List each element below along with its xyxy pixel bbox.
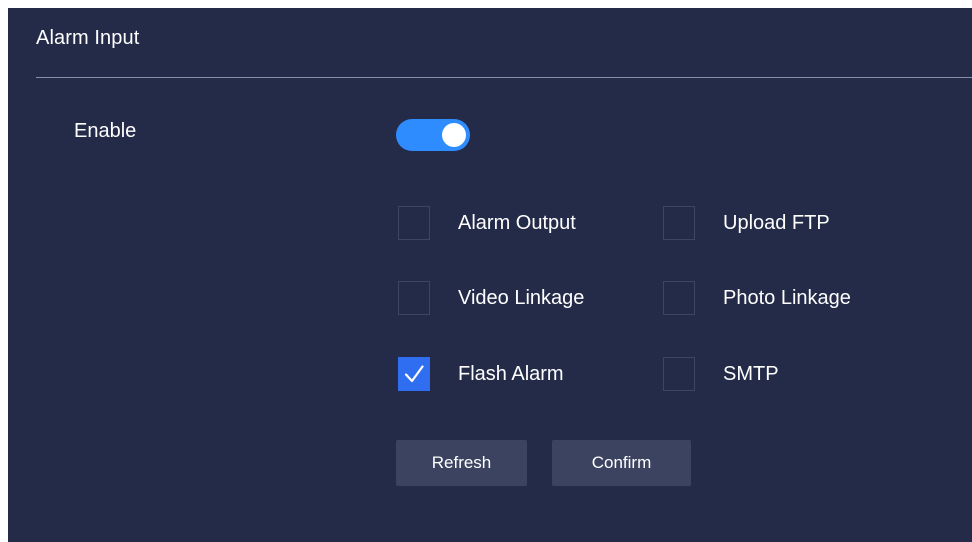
confirm-button[interactable]: Confirm <box>552 440 691 486</box>
option-video-linkage[interactable]: Video Linkage <box>398 279 584 317</box>
option-alarm-output[interactable]: Alarm Output <box>398 204 576 242</box>
video-linkage-label: Video Linkage <box>458 286 585 309</box>
upload-ftp-checkbox[interactable] <box>663 206 695 240</box>
photo-linkage-label: Photo Linkage <box>723 286 851 309</box>
option-smtp[interactable]: SMTP <box>663 355 779 393</box>
alarm-input-panel: Alarm Input Enable Alarm Output Upload F… <box>8 8 972 542</box>
flash-alarm-label: Flash Alarm <box>458 362 564 385</box>
enable-label: Enable <box>74 120 137 142</box>
refresh-button[interactable]: Refresh <box>396 440 527 486</box>
video-linkage-checkbox[interactable] <box>398 281 430 315</box>
option-flash-alarm[interactable]: Flash Alarm <box>398 355 564 393</box>
smtp-label: SMTP <box>723 362 779 385</box>
alarm-output-checkbox[interactable] <box>398 206 430 240</box>
option-photo-linkage[interactable]: Photo Linkage <box>663 279 851 317</box>
flash-alarm-checkbox[interactable] <box>398 357 430 391</box>
header-divider <box>36 77 972 78</box>
smtp-checkbox[interactable] <box>663 357 695 391</box>
enable-toggle[interactable] <box>396 119 470 151</box>
alarm-output-label: Alarm Output <box>458 211 576 234</box>
photo-linkage-checkbox[interactable] <box>663 281 695 315</box>
toggle-knob <box>442 123 466 147</box>
upload-ftp-label: Upload FTP <box>723 211 830 234</box>
panel-header: Alarm Input <box>8 8 972 78</box>
option-upload-ftp[interactable]: Upload FTP <box>663 204 830 242</box>
checkmark-icon <box>404 365 424 383</box>
panel-title: Alarm Input <box>36 27 140 49</box>
